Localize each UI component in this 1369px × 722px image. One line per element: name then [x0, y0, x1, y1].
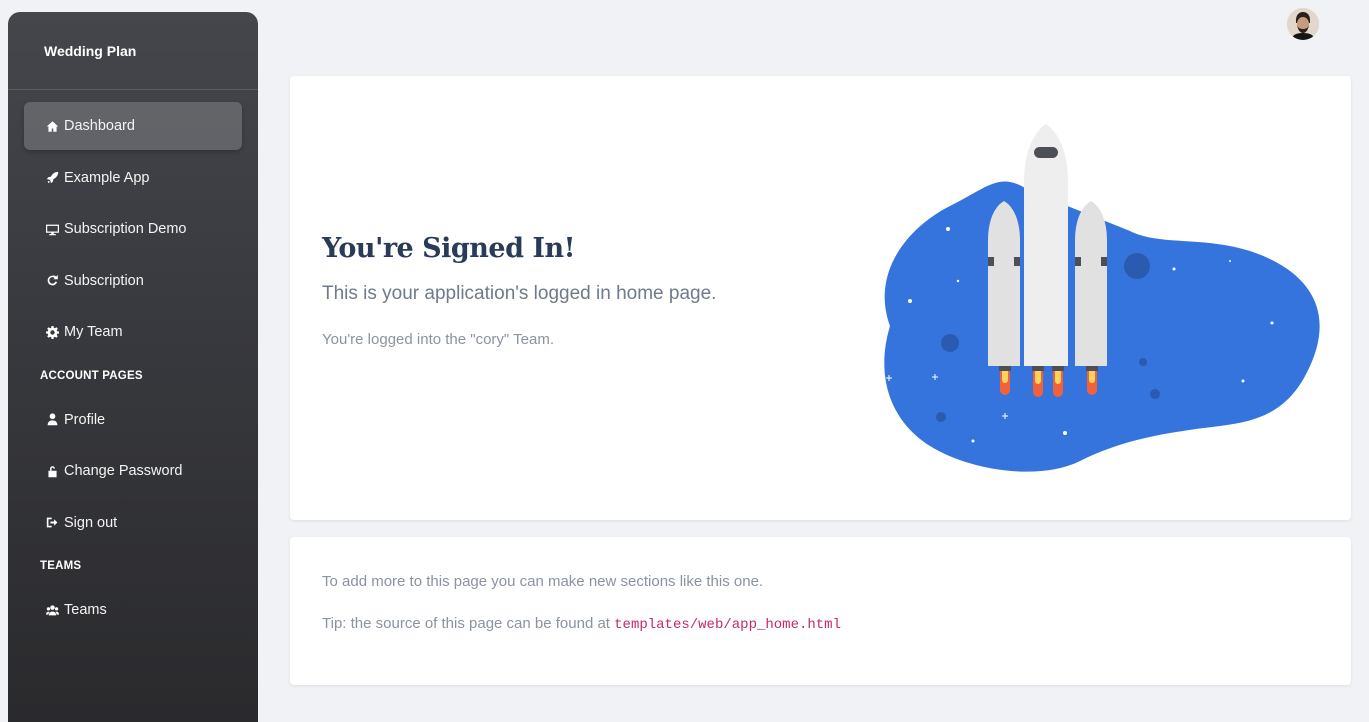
sidebar-item-label: Change Password: [64, 463, 183, 479]
tip-code-path: templates/web/app_home.html: [614, 617, 841, 633]
account-pages-heading: ACCOUNT PAGES: [40, 369, 143, 382]
sidebar-item-label: Subscription Demo: [64, 221, 187, 237]
sidebar-item-subscription[interactable]: Subscription: [24, 257, 242, 305]
home-icon: [45, 119, 59, 133]
sidebar-item-teams[interactable]: Teams: [24, 586, 242, 634]
avatar[interactable]: [1287, 8, 1319, 40]
sidebar-item-dashboard[interactable]: Dashboard: [24, 102, 242, 150]
tip-prefix: Tip: the source of this page can be foun…: [322, 615, 610, 632]
sidebar-item-label: My Team: [64, 324, 123, 340]
rocket-illustration: [849, 124, 1320, 472]
desktop-icon: [45, 222, 59, 236]
tip-text: Tip: the source of this page can be foun…: [322, 615, 841, 633]
sidebar-item-example-app[interactable]: Example App: [24, 154, 242, 202]
sign-out-icon: [45, 516, 59, 530]
sidebar-item-profile[interactable]: Profile: [24, 396, 242, 444]
sidebar-item-label: Subscription: [64, 272, 144, 289]
sidebar-item-label: Profile: [64, 411, 106, 428]
page-title: You're Signed In!: [322, 233, 575, 264]
welcome-card: You're Signed In! This is your applicati…: [290, 76, 1351, 520]
teams-heading: TEAMS: [40, 560, 82, 572]
page-subtitle: This is your application's logged in hom…: [322, 283, 717, 304]
sidebar-item-my-team[interactable]: My Team: [24, 308, 242, 356]
gear-icon: [45, 325, 59, 339]
brand-title[interactable]: Wedding Plan: [8, 12, 258, 90]
section-text: To add more to this page you can make ne…: [322, 573, 764, 590]
team-info-text: You're logged into the "cory" Team.: [322, 331, 554, 348]
info-card: To add more to this page you can make ne…: [290, 537, 1351, 685]
sidebar-nav: Dashboard Example App Subscription Demo …: [8, 90, 258, 634]
sidebar-item-sign-out[interactable]: Sign out: [24, 499, 242, 547]
sidebar-item-label: Dashboard: [64, 118, 135, 134]
refresh-icon: [45, 274, 59, 288]
sidebar-item-label: Teams: [64, 602, 107, 618]
unlock-icon: [45, 464, 59, 478]
sidebar-item-label: Sign out: [64, 514, 118, 531]
users-icon: [45, 603, 59, 617]
sidebar: Wedding Plan Dashboard Example App Subsc…: [8, 12, 258, 722]
user-icon: [45, 413, 59, 427]
sidebar-item-label: Example App: [64, 169, 150, 186]
rocket-icon: [45, 171, 59, 185]
sidebar-item-subscription-demo[interactable]: Subscription Demo: [24, 205, 242, 253]
sidebar-item-change-password[interactable]: Change Password: [24, 447, 242, 495]
